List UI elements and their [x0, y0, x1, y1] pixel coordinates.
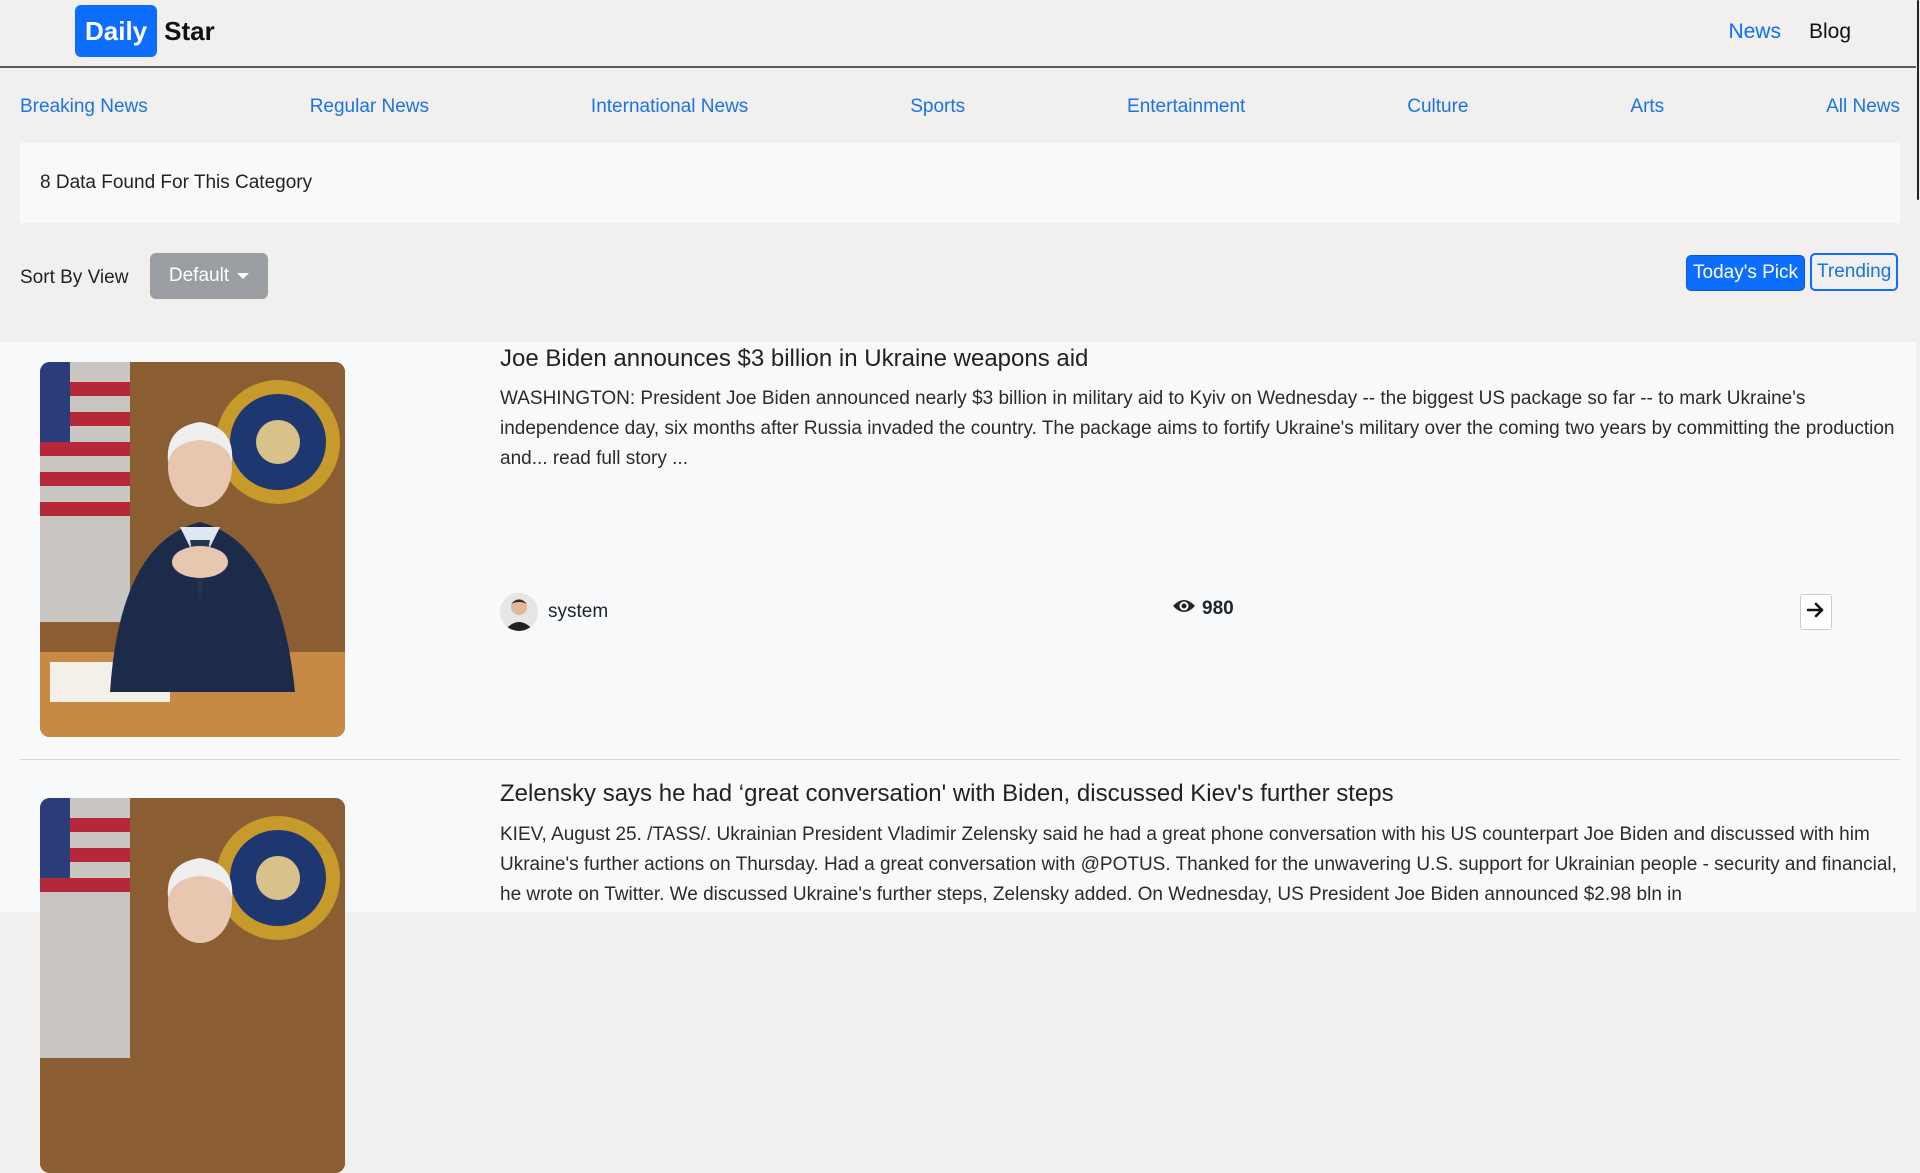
scrollbar-thumb[interactable] [1917, 0, 1919, 200]
trending-button[interactable]: Trending [1810, 253, 1899, 291]
view-count-value: 980 [1202, 598, 1234, 619]
category-international-news[interactable]: International News [591, 96, 748, 118]
sort-toolbar: Sort By View Default Today's Pick Trendi… [20, 253, 1900, 299]
top-navbar: Daily Star News Blog [0, 0, 1916, 68]
todays-pick-button[interactable]: Today's Pick [1686, 255, 1806, 291]
nav-blog-link[interactable]: Blog [1809, 20, 1851, 44]
news-card: Zelensky says he had ‘great conversation… [20, 760, 1900, 1173]
page-scrollbar[interactable] [1916, 0, 1920, 912]
category-sports[interactable]: Sports [910, 96, 965, 118]
news-title[interactable]: Joe Biden announces $3 billion in Ukrain… [500, 345, 1088, 373]
category-culture[interactable]: Culture [1407, 96, 1468, 118]
category-all-news[interactable]: All News [1826, 96, 1900, 118]
news-thumbnail[interactable] [40, 362, 345, 737]
eye-icon [1172, 598, 1196, 620]
news-list: Joe Biden announces $3 billion in Ukrain… [0, 342, 1916, 1173]
news-photo-image [40, 798, 345, 1173]
news-summary: KIEV, August 25. /TASS/. Ukrainian Presi… [500, 824, 1897, 905]
brand-logo[interactable]: Daily Star [75, 5, 215, 57]
author-name: system [548, 601, 609, 622]
news-thumbnail[interactable] [40, 798, 345, 1173]
sort-label: Sort By View [20, 267, 129, 288]
arrow-right-icon [1806, 602, 1825, 623]
category-arts[interactable]: Arts [1630, 96, 1664, 118]
news-title[interactable]: Zelensky says he had ‘great conversation… [500, 780, 1394, 808]
news-photo-image [40, 362, 345, 737]
view-count: 980 [1172, 598, 1234, 620]
news-card: Joe Biden announces $3 billion in Ukrain… [20, 342, 1900, 760]
caret-down-icon [237, 273, 250, 279]
avatar [500, 593, 538, 631]
brand-daily: Daily [75, 5, 158, 57]
sort-selected-value: Default [168, 265, 230, 286]
top-nav: News Blog [1728, 20, 1851, 44]
news-author: system [500, 593, 608, 631]
results-count-banner: 8 Data Found For This Category [20, 143, 1900, 223]
nav-news-link[interactable]: News [1728, 20, 1781, 44]
brand-star: Star [164, 15, 215, 46]
sort-dropdown[interactable]: Default [150, 253, 268, 299]
category-regular-news[interactable]: Regular News [310, 96, 429, 118]
category-breaking-news[interactable]: Breaking News [20, 96, 148, 118]
results-count-text: 8 Data Found For This Category [40, 172, 313, 193]
category-entertainment[interactable]: Entertainment [1127, 96, 1245, 118]
news-summary: WASHINGTON: President Joe Biden announce… [500, 388, 1895, 469]
read-more-button[interactable] [1800, 594, 1832, 630]
category-nav: Breaking News Regular News International… [20, 96, 1900, 118]
